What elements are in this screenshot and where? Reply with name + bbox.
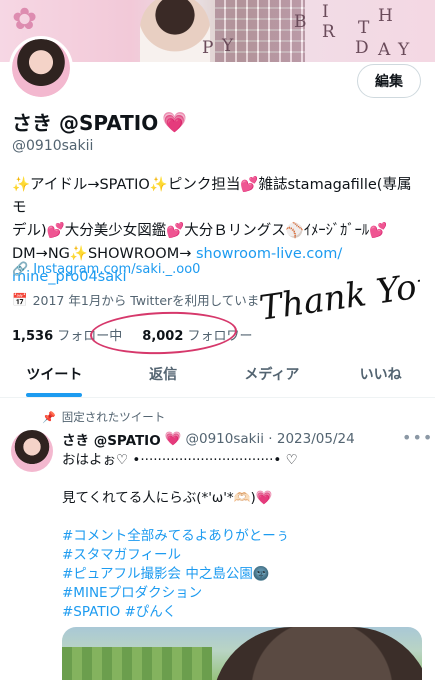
tab-replies[interactable]: 返信 <box>109 350 218 397</box>
banner-letter: I <box>322 2 330 22</box>
tweet-avatar[interactable] <box>11 430 53 472</box>
pin-icon: 📌 <box>42 410 56 424</box>
profile-joined: 📅 2017 年1月から Twitterを利用していま <box>12 290 259 309</box>
edit-profile-button[interactable]: 編集 <box>357 64 421 98</box>
banner-letter: D <box>355 38 370 58</box>
hashtag[interactable]: #スタマガフィール <box>62 546 427 565</box>
avatar-image <box>12 39 70 97</box>
banner-letter: R <box>322 22 336 42</box>
tweet-handle-date: @0910sakii · 2023/05/24 <box>185 431 355 447</box>
hashtag[interactable]: #コメント全部みてるよありがとーぅ <box>62 527 427 546</box>
tweet-text: おはよぉ♡ •·······························• … <box>62 451 427 622</box>
tab-tweets[interactable]: ツイート <box>0 350 109 397</box>
banner-letter: H <box>378 6 394 26</box>
hashtag[interactable]: #MINEプロダクション <box>62 584 427 603</box>
bio-line: デル)💕大分美少女図鑑💕大分Ｂリングス⚾️ｲﾒｰｼﾞｶﾞｰﾙ💕 <box>12 223 388 239</box>
bio-line: ✨アイドル→SPATIO✨ピンク担当💕雑誌stamagafille(専属モ <box>12 177 412 216</box>
tweet-line: 見てくれてる人にらぶ(*'ω'*🫶🏻)💗 <box>62 490 273 506</box>
tweet-media-image[interactable] <box>62 627 422 680</box>
profile-name-text: さき @SPATIO <box>12 111 159 135</box>
profile-handle: @0910sakii <box>12 138 94 154</box>
pink-heart-icon: 💗 <box>164 431 182 447</box>
calendar-icon: 📅 <box>12 291 28 307</box>
tweet-author-name[interactable]: さき @SPATIO <box>62 429 161 449</box>
handwritten-thank-you: Thank You! <box>257 262 420 329</box>
joined-text: 2017 年1月から Twitterを利用していま <box>32 293 260 308</box>
hashtag[interactable]: #ピュアフル撮影会 中之島公園🌚 <box>62 565 427 584</box>
banner-letter: T <box>358 18 371 38</box>
tab-media[interactable]: メディア <box>218 350 327 397</box>
profile-website[interactable]: 🔗 Instagram.com/saki._.oo0 <box>12 262 200 277</box>
banner-letter: B <box>294 12 308 32</box>
pinned-label: 📌 固定されたツイート <box>42 409 165 425</box>
image-trees <box>62 647 212 680</box>
profile-avatar[interactable] <box>9 36 73 100</box>
thank-you-text: Thank You! <box>257 262 420 329</box>
tweet-line: おはよぉ♡ •·······························• … <box>62 452 298 468</box>
profile-name: さき @SPATIO 💗 <box>12 107 187 136</box>
banner-letter: A <box>378 40 392 60</box>
pink-heart-icon: 💗 <box>162 109 188 134</box>
banner-letter: P <box>202 38 215 58</box>
tweet-header: さき @SPATIO 💗 @0910sakii · 2023/05/24 <box>62 429 355 449</box>
profile-tabs: ツイート 返信 メディア いいね <box>0 350 435 398</box>
banner-letter: Y <box>222 36 235 56</box>
pinned-text: 固定されたツイート <box>61 410 166 424</box>
bio-text: DM→NG✨SHOWROOM→ <box>12 246 196 262</box>
image-subject <box>212 627 422 680</box>
banner-letter: Y <box>398 40 411 60</box>
link-icon: 🔗 <box>12 262 29 277</box>
tab-likes[interactable]: いいね <box>326 350 435 397</box>
more-options-icon[interactable]: ••• <box>402 428 433 447</box>
website-text[interactable]: Instagram.com/saki._.oo0 <box>33 262 200 277</box>
hashtag[interactable]: #SPATIO #ぴんく <box>62 603 427 622</box>
